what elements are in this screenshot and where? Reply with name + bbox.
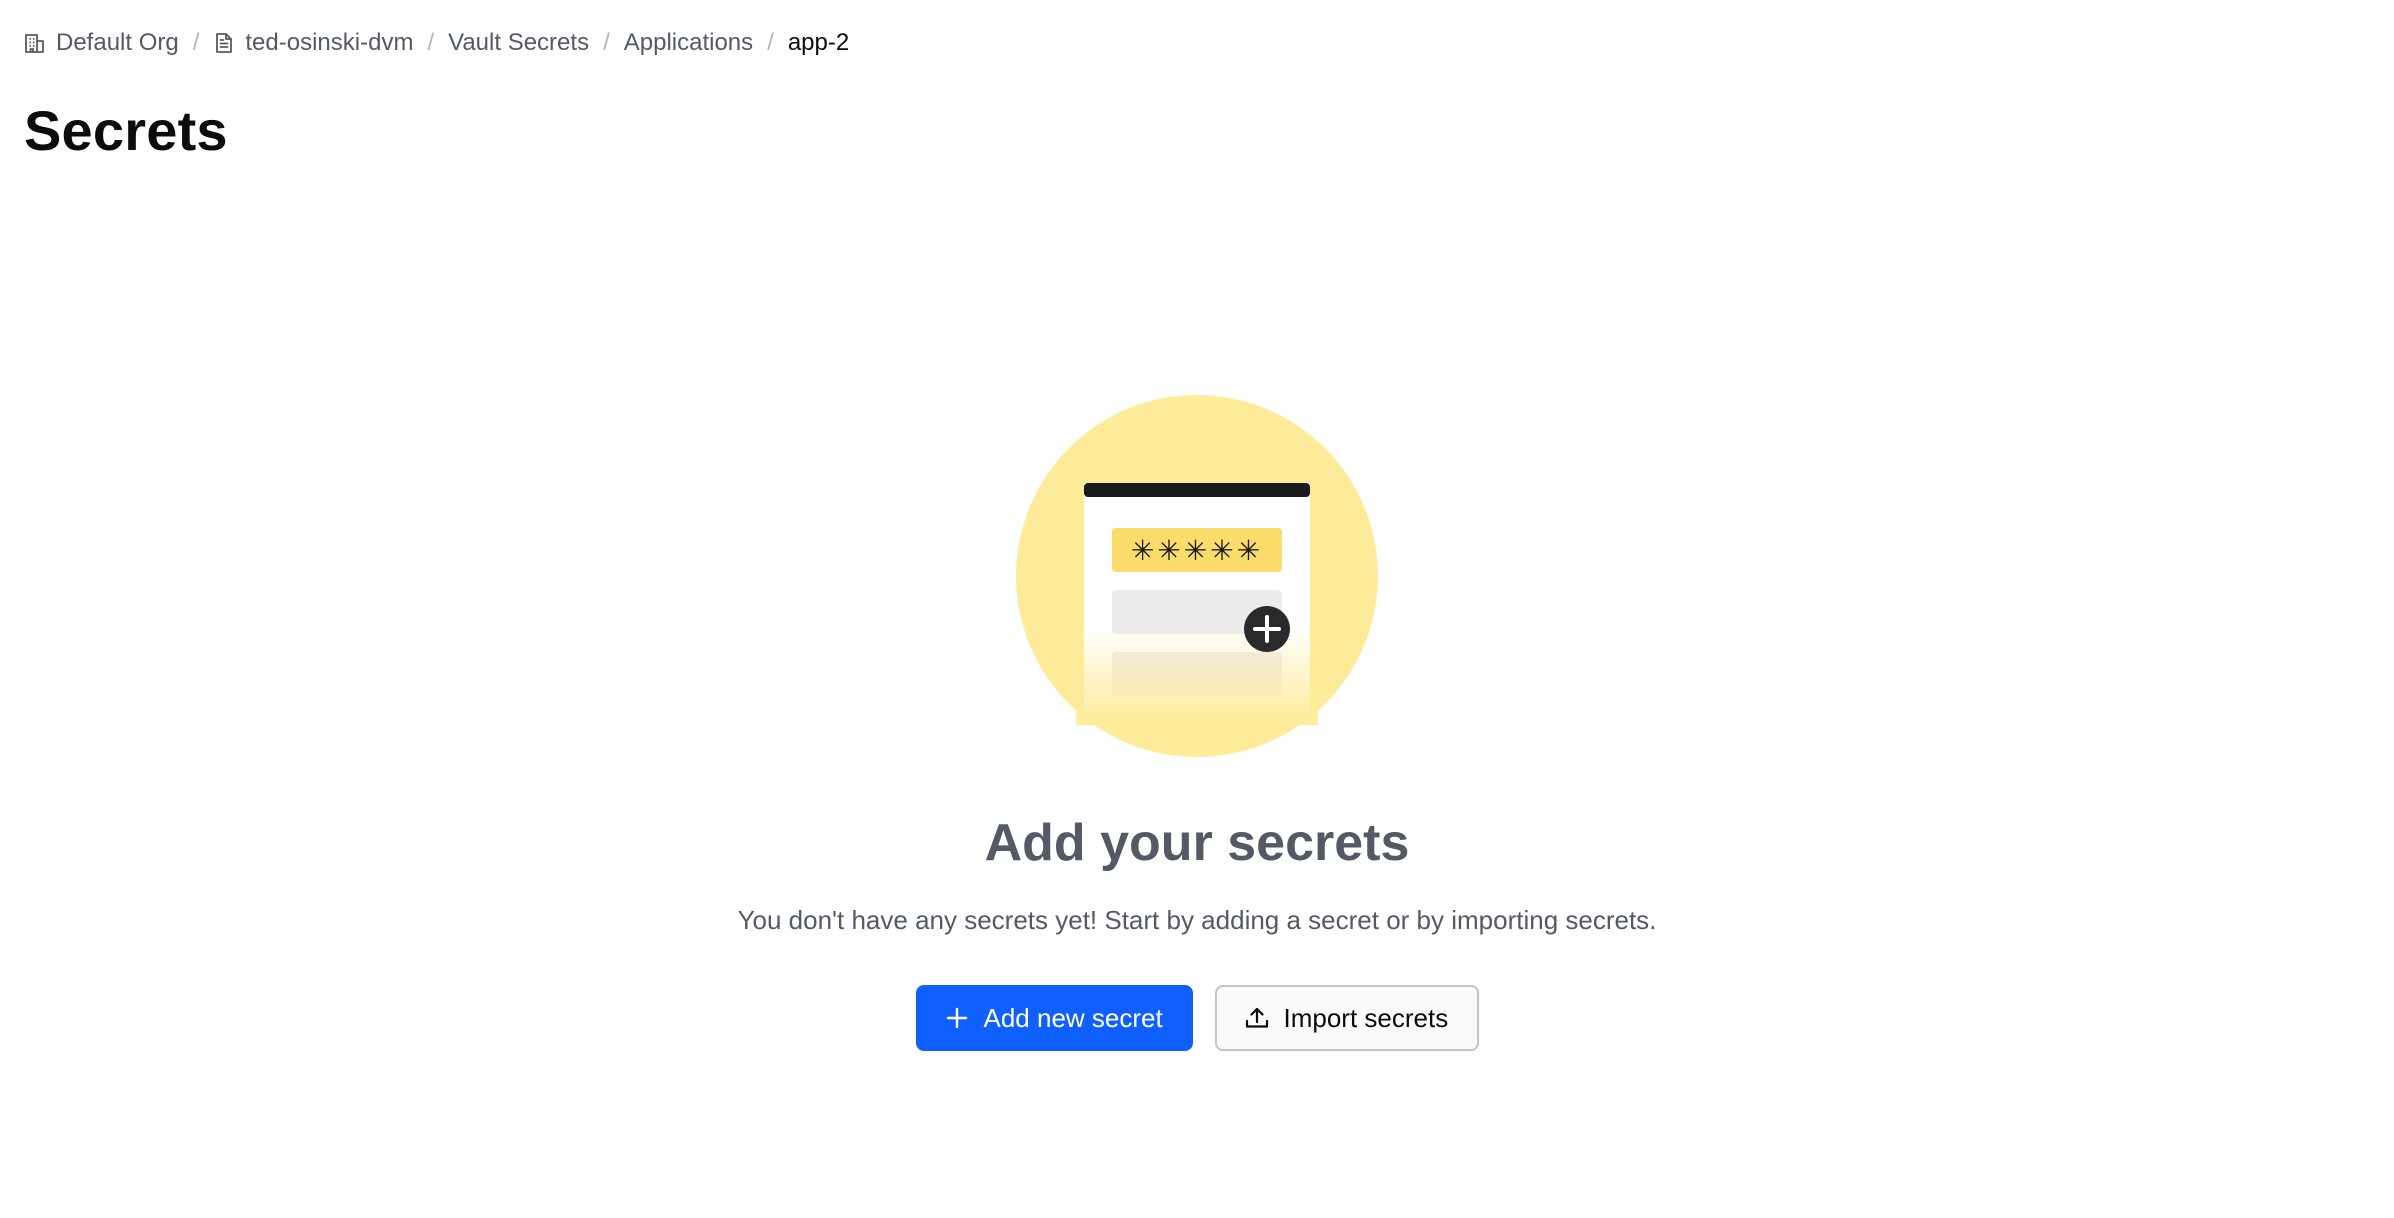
add-new-secret-button[interactable]: Add new secret: [915, 985, 1193, 1051]
breadcrumb-item-org[interactable]: Default Org: [24, 29, 179, 57]
breadcrumb-item-vault-secrets[interactable]: Vault Secrets: [448, 29, 589, 57]
add-new-secret-label: Add new secret: [983, 1002, 1163, 1033]
breadcrumb-separator: /: [603, 29, 610, 56]
import-secrets-label: Import secrets: [1283, 1002, 1449, 1033]
breadcrumb-separator: /: [767, 29, 774, 56]
page-title: Secrets: [24, 99, 228, 162]
breadcrumb: Default Org / ted-osinski-dvm / Vault Se…: [24, 26, 849, 60]
breadcrumb-label: ted-osinski-dvm: [245, 29, 414, 56]
breadcrumb-label: app-2: [787, 29, 850, 56]
upload-icon: [1244, 1005, 1270, 1031]
breadcrumb-label: Applications: [623, 29, 754, 56]
breadcrumb-label: Vault Secrets: [448, 29, 590, 56]
breadcrumb-item-project[interactable]: ted-osinski-dvm: [213, 29, 413, 57]
breadcrumb-label: Default Org: [56, 29, 179, 56]
empty-state-description: You don't have any secrets yet! Start by…: [737, 905, 1657, 935]
building-icon: [24, 32, 46, 54]
empty-state-actions: Add new secret Import secrets: [915, 985, 1479, 1051]
plus-icon: [944, 1005, 970, 1031]
secrets-form-illustration: ✳✳✳✳✳: [1016, 395, 1378, 757]
breadcrumb-item-applications[interactable]: Applications: [624, 29, 753, 57]
empty-state: ✳✳✳✳✳ Add your secrets You don't have an…: [0, 395, 2394, 1051]
empty-state-title: Add your secrets: [984, 814, 1410, 872]
file-text-icon: [213, 32, 235, 54]
page: Default Org / ted-osinski-dvm / Vault Se…: [0, 0, 2394, 1218]
breadcrumb-item-current: app-2: [788, 29, 849, 57]
breadcrumb-separator: /: [192, 29, 200, 56]
import-secrets-button[interactable]: Import secrets: [1214, 985, 1479, 1051]
breadcrumb-separator: /: [427, 29, 435, 56]
masked-secret-text: ✳✳✳✳✳: [1131, 534, 1263, 567]
